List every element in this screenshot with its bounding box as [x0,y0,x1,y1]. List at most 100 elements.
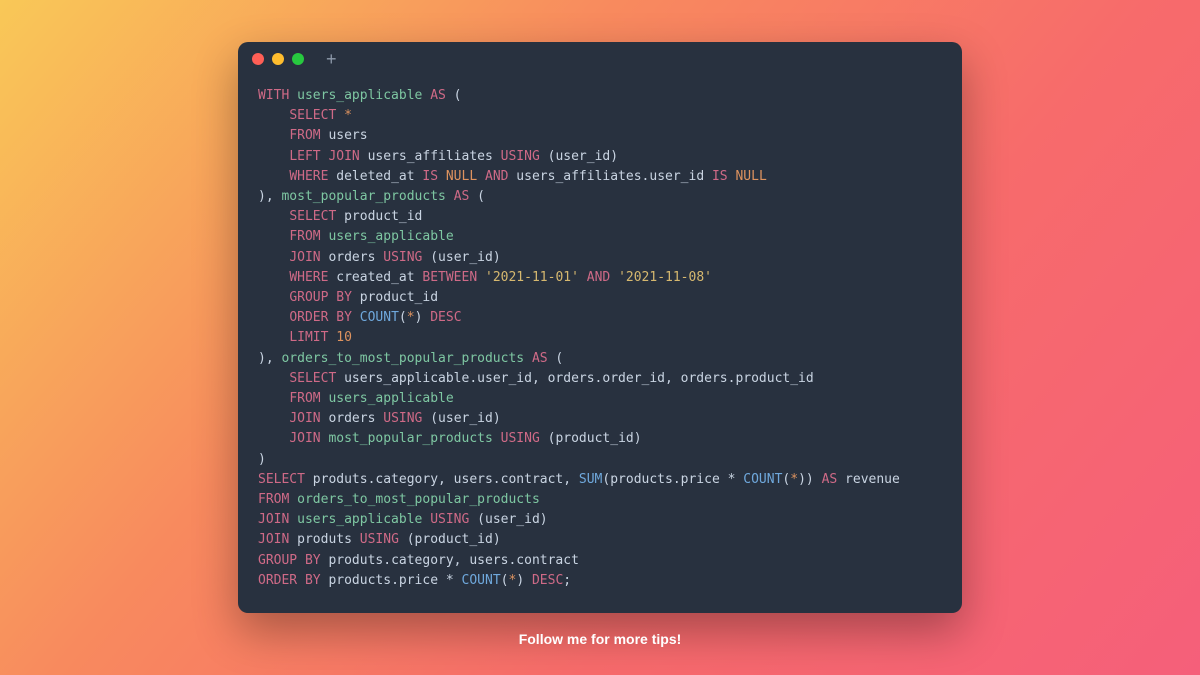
code-editor[interactable]: WITH users_applicable AS ( SELECT * FROM… [238,76,962,613]
code-token: users_affiliates [360,149,501,164]
code-token: AS [532,351,548,366]
code-token: created_at [328,270,422,285]
code-token: WHERE [289,270,328,285]
code-token: FROM [289,229,320,244]
code-line: JOIN users_applicable USING (user_id) [258,510,942,530]
code-token: produts.category, users.contract, [305,472,579,487]
code-token [258,411,289,426]
code-token: users_applicable [297,512,422,527]
code-line: JOIN produts USING (product_id) [258,530,942,550]
code-line: FROM orders_to_most_popular_products [258,490,942,510]
code-token: '2021-11-01' [485,270,579,285]
code-token: AS [454,189,470,204]
code-token [352,310,360,325]
code-token: (user_id) [422,411,500,426]
code-line: WITH users_applicable AS ( [258,86,942,106]
code-line: JOIN most_popular_products USING (produc… [258,429,942,449]
code-token [297,573,305,588]
code-token: USING [501,149,540,164]
code-token [258,290,289,305]
code-token: IS [712,169,728,184]
code-token [258,391,289,406]
code-token: users_applicable.user_id, orders.order_i… [336,371,813,386]
code-token: ORDER [289,310,328,325]
code-token [438,169,446,184]
code-line: WHERE created_at BETWEEN '2021-11-01' AN… [258,268,942,288]
minimize-icon[interactable] [272,53,284,65]
code-token: LEFT [289,149,320,164]
code-token: AND [587,270,610,285]
code-token: WITH [258,88,289,103]
new-tab-button[interactable]: + [326,50,337,68]
code-token: DESC [430,310,461,325]
code-token: '2021-11-08' [618,270,712,285]
code-token [493,431,501,446]
code-token: products.price [321,573,446,588]
code-token: USING [501,431,540,446]
code-token: * [790,472,798,487]
code-token: FROM [289,128,320,143]
code-token: COUNT [462,573,501,588]
code-token [258,149,289,164]
code-token: ) [415,310,431,325]
code-token: ( [469,189,485,204]
code-token: ; [563,573,571,588]
code-token [289,492,297,507]
zoom-icon[interactable] [292,53,304,65]
code-token: JOIN [258,532,289,547]
code-line: ), orders_to_most_popular_products AS ( [258,349,942,369]
code-token: users_affiliates.user_id [508,169,712,184]
code-token: COUNT [360,310,399,325]
code-token: * [446,573,454,588]
code-token: ), [258,189,281,204]
code-window: + WITH users_applicable AS ( SELECT * FR… [238,42,962,613]
code-token [477,270,485,285]
code-token: ORDER [258,573,297,588]
close-icon[interactable] [252,53,264,65]
code-token: (user_id) [540,149,618,164]
code-token: DESC [532,573,563,588]
code-token [477,169,485,184]
code-token: deleted_at [328,169,422,184]
code-token [524,351,532,366]
code-line: SELECT * [258,106,942,126]
code-token [258,209,289,224]
code-token: NULL [735,169,766,184]
code-token: COUNT [743,472,782,487]
code-token: produts.category, users.contract [321,553,579,568]
code-token [258,108,289,123]
code-token: ( [399,310,407,325]
code-token: AS [822,472,838,487]
code-token: JOIN [258,512,289,527]
code-line: ) [258,450,942,470]
code-token: ), [258,351,281,366]
code-line: JOIN orders USING (user_id) [258,409,942,429]
code-token: users_applicable [328,229,453,244]
code-token: JOIN [289,431,320,446]
code-token: users_applicable [297,88,422,103]
traffic-lights [252,53,304,65]
code-token: SELECT [258,472,305,487]
code-token [336,108,344,123]
code-token: GROUP [258,553,297,568]
code-token: (product_id) [540,431,642,446]
code-token: BY [336,290,352,305]
code-token [258,169,289,184]
code-line: SELECT product_id [258,207,942,227]
code-token: product_id [352,290,438,305]
code-line: LEFT JOIN users_affiliates USING (user_i… [258,147,942,167]
code-line: ORDER BY COUNT(*) DESC [258,308,942,328]
code-token [446,189,454,204]
code-token: ( [446,88,462,103]
code-token: BY [305,553,321,568]
code-token: GROUP [289,290,328,305]
code-token [454,573,462,588]
code-token: JOIN [289,250,320,265]
code-line: JOIN orders USING (user_id) [258,248,942,268]
code-token: ( [548,351,564,366]
code-token: USING [383,250,422,265]
code-line: GROUP BY produts.category, users.contrac… [258,551,942,571]
code-token: orders_to_most_popular_products [297,492,540,507]
code-token: SUM [579,472,602,487]
code-token: (user_id) [469,512,547,527]
